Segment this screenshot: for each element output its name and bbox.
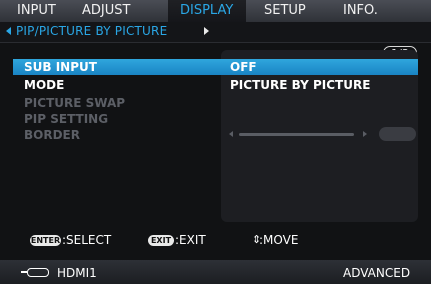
enter-key-icon: ENTER [30, 235, 61, 246]
submenu-breadcrumb: PIP/PICTURE BY PICTURE 1/3 [0, 22, 431, 61]
menu-item-border: BORDER [24, 128, 80, 142]
slider-right-arrow-icon [363, 131, 367, 137]
border-value-box [379, 127, 416, 141]
menu-tab-bar: INPUT ADJUST DISPLAY SETUP INFO. [0, 0, 431, 22]
input-source-label: HDMI1 [57, 266, 97, 280]
tab-info[interactable]: INFO. [343, 2, 378, 20]
menu-item-picture-swap: PICTURE SWAP [24, 96, 126, 110]
menu-item-pip-setting: PIP SETTING [24, 112, 109, 126]
select-hint: :SELECT [62, 233, 112, 247]
menu-mode-label: ADVANCED [343, 266, 411, 280]
arrow-left-icon[interactable] [6, 27, 11, 35]
submenu-title: PIP/PICTURE BY PICTURE [16, 24, 168, 38]
mode-value[interactable]: PICTURE BY PICTURE [230, 77, 370, 93]
tab-input[interactable]: INPUT [17, 2, 56, 20]
slider-left-arrow-icon [229, 131, 233, 137]
exit-key-icon: EXIT [148, 235, 174, 246]
menu-item-mode[interactable]: MODE [24, 77, 64, 93]
exit-hint: :EXIT [175, 233, 206, 247]
tab-display[interactable]: DISPLAY [180, 2, 233, 20]
hdmi-icon [27, 268, 49, 277]
tab-adjust[interactable]: ADJUST [82, 2, 130, 20]
menu-item-sub-input[interactable]: SUB INPUT [24, 59, 97, 75]
projector-osd: INPUT ADJUST DISPLAY SETUP INFO. PIP/PIC… [0, 0, 431, 284]
arrow-right-icon[interactable] [204, 27, 209, 35]
border-slider-track [239, 133, 354, 136]
move-hint: :MOVE [259, 233, 299, 247]
sub-input-value[interactable]: OFF [230, 59, 257, 75]
tab-setup[interactable]: SETUP [264, 2, 306, 20]
